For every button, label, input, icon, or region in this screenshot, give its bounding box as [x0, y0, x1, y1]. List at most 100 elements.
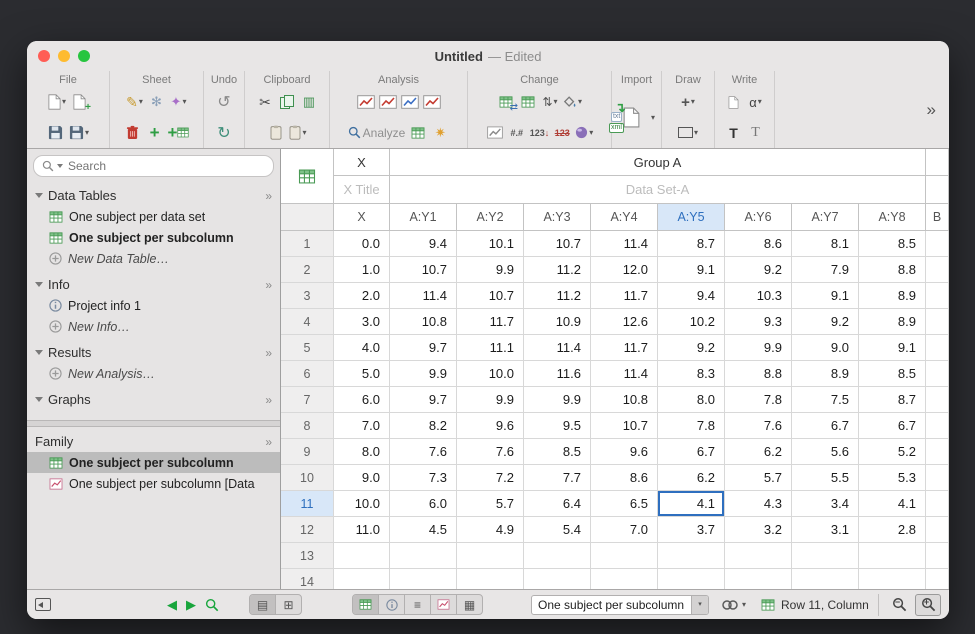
table-cell[interactable]: 8.0 [334, 439, 390, 465]
row-number[interactable]: 13 [281, 543, 334, 569]
column-header[interactable]: A:Y8 [859, 204, 926, 231]
regression-analysis-button[interactable] [401, 90, 419, 114]
strikethrough-values-button[interactable]: 123 [553, 121, 571, 145]
table-cell[interactable]: 7.3 [390, 465, 457, 491]
table-cell[interactable] [390, 569, 457, 589]
table-cell[interactable]: 12.6 [591, 309, 658, 335]
row-number[interactable]: 3 [281, 283, 334, 309]
table-cell[interactable]: 3.1 [792, 517, 859, 543]
zoom-out-button[interactable]: − [887, 595, 911, 615]
table-cell[interactable]: 10.2 [658, 309, 725, 335]
table-cell[interactable]: 5.7 [725, 465, 792, 491]
table-cell[interactable]: 11.2 [524, 257, 591, 283]
row-number[interactable]: 5 [281, 335, 334, 361]
transpose-table-button[interactable]: ⇄ [497, 90, 515, 114]
table-cell[interactable]: 7.8 [658, 413, 725, 439]
table-cell[interactable]: 4.5 [390, 517, 457, 543]
table-cell[interactable]: 10.0 [457, 361, 524, 387]
sidebar-section-info[interactable]: Info » [27, 274, 280, 295]
table-cell[interactable]: 5.3 [859, 465, 926, 491]
sort-button[interactable]: ⇅▾ [541, 90, 559, 114]
table-cell[interactable]: 8.5 [859, 361, 926, 387]
cut-button[interactable]: ✂ [256, 90, 274, 114]
table-cell[interactable]: 6.5 [591, 491, 658, 517]
table-cell[interactable]: 9.9 [457, 387, 524, 413]
sheet-selector-dropdown[interactable]: One subject per subcolumn ▾ [531, 595, 709, 615]
info-filter-button[interactable] [379, 595, 405, 614]
group-a-header[interactable]: Group A [390, 149, 926, 176]
table-cell[interactable]: 3.0 [334, 309, 390, 335]
row-number[interactable]: 1 [281, 231, 334, 257]
table-cell[interactable]: 10.8 [390, 309, 457, 335]
draw-line-button[interactable]: +▾ [679, 90, 697, 114]
table-corner-icon-cell[interactable] [281, 149, 334, 204]
table-cell[interactable]: 12.0 [591, 257, 658, 283]
row-number[interactable]: 4 [281, 309, 334, 335]
table-cell[interactable]: 10.1 [457, 231, 524, 257]
table-cell[interactable] [792, 569, 859, 589]
table-cell[interactable]: 11.7 [591, 283, 658, 309]
table-cell[interactable]: 8.5 [859, 231, 926, 257]
table-cell[interactable]: 8.5 [524, 439, 591, 465]
table-cell[interactable]: 11.6 [524, 361, 591, 387]
tables-filter-button[interactable] [353, 595, 379, 614]
table-cell[interactable]: 4.0 [334, 335, 390, 361]
color-scheme-button[interactable]: ▾ [575, 121, 593, 145]
import-data-button[interactable]: ↴ txt xml [618, 104, 646, 131]
table-cell[interactable]: 7.2 [457, 465, 524, 491]
sidebar-section-family[interactable]: Family » [27, 431, 280, 452]
table-cell[interactable]: 9.4 [390, 231, 457, 257]
table-cell[interactable] [926, 361, 949, 387]
table-cell[interactable]: 2.0 [334, 283, 390, 309]
table-cell[interactable]: 5.6 [792, 439, 859, 465]
table-cell[interactable]: 5.4 [524, 517, 591, 543]
row-number[interactable]: 12 [281, 517, 334, 543]
table-cell[interactable] [524, 569, 591, 589]
table-cell[interactable]: 6.2 [658, 465, 725, 491]
table-cell[interactable]: 9.9 [390, 361, 457, 387]
table-cell[interactable]: 1.0 [334, 257, 390, 283]
table-cell[interactable] [859, 569, 926, 589]
column-header[interactable]: A:Y7 [792, 204, 859, 231]
table-cell[interactable]: 9.7 [390, 387, 457, 413]
table-cell[interactable] [725, 569, 792, 589]
table-cell[interactable]: 8.9 [859, 309, 926, 335]
table-cell[interactable]: 8.7 [658, 231, 725, 257]
table-cell[interactable]: 8.8 [725, 361, 792, 387]
column-header[interactable]: B [926, 204, 949, 231]
disclosure-triangle-icon[interactable] [35, 282, 43, 287]
section-chevrons-icon[interactable]: » [265, 278, 272, 292]
table-cell[interactable]: 6.7 [792, 413, 859, 439]
table-cell[interactable] [658, 543, 725, 569]
table-cell[interactable]: 8.2 [390, 413, 457, 439]
section-chevrons-icon[interactable]: » [265, 189, 272, 203]
column-header[interactable]: A:Y3 [524, 204, 591, 231]
table-cell[interactable]: 11.2 [524, 283, 591, 309]
table-cell[interactable]: 9.0 [792, 335, 859, 361]
table-cell[interactable]: 4.1 [859, 491, 926, 517]
search-field[interactable] [33, 155, 274, 177]
layouts-filter-button[interactable]: ▦ [457, 595, 482, 614]
table-cell[interactable]: 11.4 [591, 231, 658, 257]
gallery-view-button[interactable]: ⊞ [276, 595, 301, 614]
sidebar-item-new-data-table[interactable]: New Data Table… [27, 248, 280, 269]
sidebar-item-new-analysis[interactable]: New Analysis… [27, 363, 280, 384]
table-cell[interactable]: 5.2 [859, 439, 926, 465]
table-cell[interactable]: 11.1 [457, 335, 524, 361]
table-cell[interactable]: 5.5 [792, 465, 859, 491]
table-cell[interactable]: 11.7 [591, 335, 658, 361]
table-cell[interactable] [926, 309, 949, 335]
row-number[interactable]: 10 [281, 465, 334, 491]
note-button[interactable] [725, 90, 743, 114]
table-cell[interactable]: 9.7 [390, 335, 457, 361]
table-cell[interactable]: 9.0 [334, 465, 390, 491]
survival-analysis-button[interactable] [423, 90, 441, 114]
anova-analysis-button[interactable] [379, 90, 397, 114]
table-cell[interactable]: 9.9 [457, 257, 524, 283]
draw-shape-button[interactable]: ▾ [678, 121, 698, 145]
table-cell[interactable] [926, 465, 949, 491]
table-cell[interactable]: 3.2 [725, 517, 792, 543]
redo-button[interactable]: ↻ [215, 121, 233, 145]
table-cell[interactable]: 9.3 [725, 309, 792, 335]
table-cell[interactable]: 8.1 [792, 231, 859, 257]
